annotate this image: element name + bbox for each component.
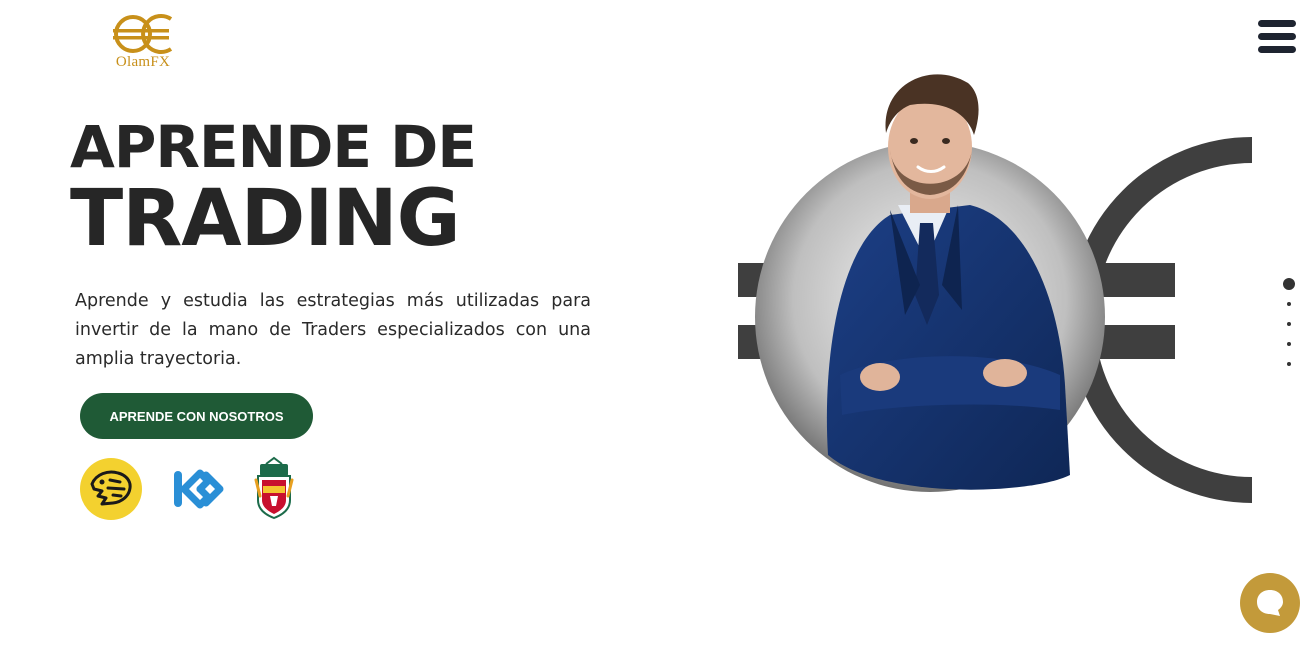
- menu-bar: [1258, 33, 1296, 40]
- slider-dot-active[interactable]: [1283, 278, 1295, 290]
- tiger-logo: [80, 458, 142, 525]
- kucoin-logo: [170, 461, 226, 522]
- hero-description: Aprende y estudia las estrategias más ut…: [75, 291, 591, 369]
- slider-dot[interactable]: [1287, 342, 1291, 346]
- olamfx-euro-logo-icon: [113, 14, 173, 54]
- brand-name: OlamFX: [115, 54, 171, 70]
- menu-bar: [1258, 46, 1296, 53]
- slider-dot[interactable]: [1287, 322, 1291, 326]
- chat-bubble-icon: [1257, 590, 1283, 616]
- landing-page: OlamFX APRENDE DE TRADING Aprende y estu…: [0, 0, 1310, 652]
- menu-bar: [1258, 20, 1296, 27]
- hero-title-line2: TRADING: [70, 174, 461, 264]
- hero-title-line1: APRENDE DE: [70, 113, 477, 181]
- slider-pagination: [1280, 278, 1298, 382]
- chat-button[interactable]: [1240, 573, 1300, 633]
- aprende-con-nosotros-button[interactable]: APRENDE CON NOSOTROS: [80, 393, 313, 439]
- slider-dot[interactable]: [1287, 362, 1291, 366]
- liverpool-fc-crest: [248, 456, 300, 525]
- hero-title: APRENDE DE TRADING: [70, 113, 477, 264]
- brand-logo[interactable]: OlamFX: [108, 12, 178, 71]
- hamburger-menu-icon[interactable]: [1258, 20, 1296, 58]
- hero-image: [730, 55, 1260, 515]
- euro-symbol-with-trader-image: [738, 74, 1253, 503]
- slider-dot[interactable]: [1287, 302, 1291, 306]
